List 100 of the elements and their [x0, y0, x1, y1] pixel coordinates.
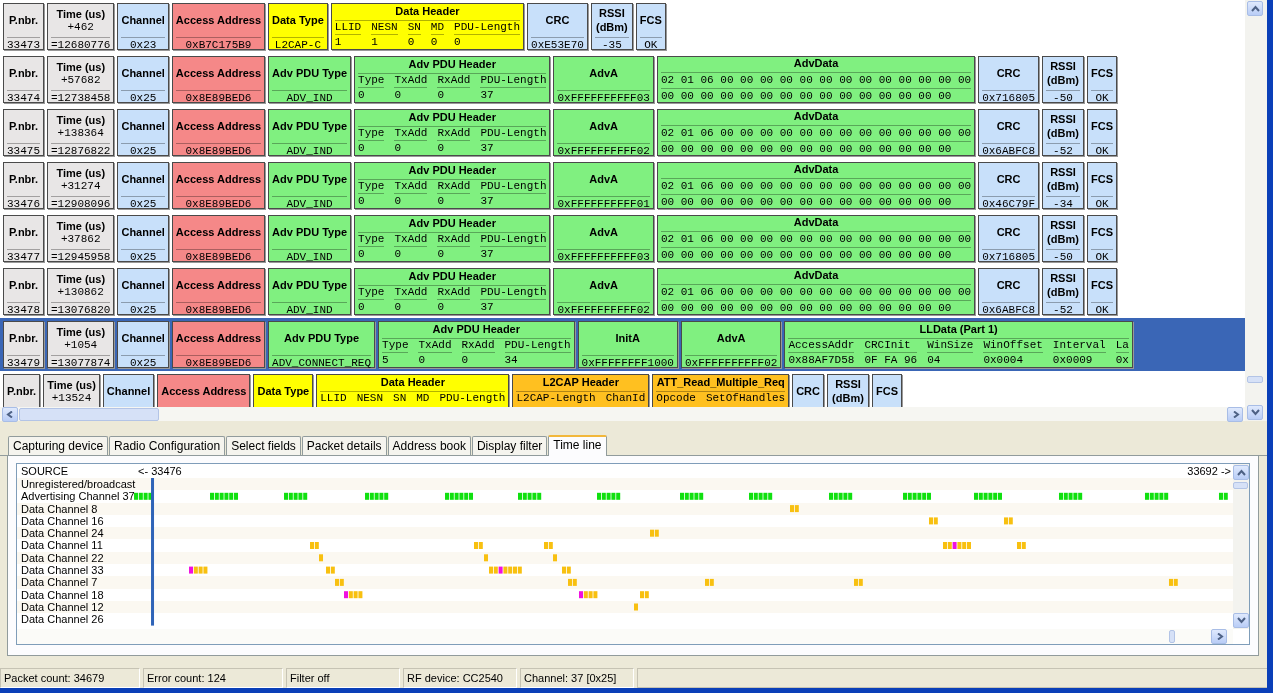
field-title: Access Address: [175, 278, 262, 292]
field-title: Adv PDU Type: [272, 225, 348, 239]
field-label: La: [1115, 339, 1129, 352]
field-label: Type: [358, 286, 385, 299]
field-title: Access Address: [161, 384, 247, 398]
field-value: 0x25: [121, 249, 165, 264]
tab[interactable]: Time line: [548, 435, 607, 456]
field-title: Time (us): [55, 165, 107, 180]
status-text: Packet count: 34679: [0, 668, 140, 688]
field-title: Access Address: [175, 225, 262, 239]
field-value: 0: [358, 87, 385, 102]
field-label: WinOffset: [983, 339, 1043, 352]
field-value: 0: [394, 246, 428, 261]
field-title: FCS: [1091, 278, 1113, 292]
field-title: Adv PDU Header: [407, 110, 497, 125]
field-value: ADV_IND: [272, 90, 348, 105]
field-value: 37: [480, 246, 547, 261]
field-value: 02 01 06 00 00 00 00 00 00 00 00 00 00 00 00 00: [660, 231, 972, 246]
field-title: RSSI (dBm): [831, 377, 865, 405]
field-label: AccessAddr: [788, 339, 855, 352]
field-title: Channel: [106, 384, 151, 398]
field-value: 0: [437, 246, 471, 261]
field-title: FCS: [1091, 119, 1113, 133]
scroll-down-button[interactable]: [1233, 613, 1249, 628]
packet-row[interactable]: [0, 318, 1245, 371]
field-title: Access Address: [175, 13, 262, 27]
field-label: TxAdd: [394, 127, 428, 140]
source-label: Data Channel 16: [21, 514, 104, 527]
field-value: 0x8E89BED6: [175, 143, 262, 158]
field-value: OK: [1091, 302, 1113, 317]
field-title: Adv PDU Header: [407, 216, 497, 231]
field-title: P.nbr.: [7, 225, 40, 239]
scroll-up-button[interactable]: [1247, 1, 1263, 16]
field-title: FCS: [639, 13, 662, 27]
field-title: AdvData: [792, 269, 840, 283]
packet-row[interactable]: P.nbr. 33473 Time (us) +462 =12680776 Channel 0x23 Access Address 0xB7C175B9 Data Type L2CAP-C Data Header LLID NESN SN MD PDU-Length 1 1 0 0 0 CRC 0xE53E70 RSSI (dBm) -35 FCS OK: [0, 0, 1245, 53]
field-value: 0: [358, 246, 385, 261]
field-value: +462: [66, 20, 95, 34]
scrollbar-thumb[interactable]: [1233, 482, 1248, 489]
field-title: CRC: [995, 66, 1022, 80]
field-value: 0x88AF7D58: [788, 352, 855, 367]
source-label: Data Channel 12: [21, 600, 104, 613]
scroll-up-button[interactable]: [1233, 465, 1249, 480]
field-value: 0xFFFFFFFFFF02: [557, 143, 650, 158]
field-label: RxAdd: [437, 74, 471, 87]
scroll-down-button[interactable]: [1247, 405, 1263, 420]
field-label: PDU-Length: [454, 21, 521, 34]
field-value: ADV_IND: [272, 196, 348, 211]
tab[interactable]: Radio Configuration: [109, 436, 226, 455]
field-title: Data Type: [272, 13, 324, 27]
field-value: 5: [382, 352, 409, 367]
scrollbar-thumb[interactable]: [1247, 376, 1263, 383]
tab[interactable]: Capturing device: [8, 436, 109, 455]
field-title: LLData (Part 1): [918, 322, 999, 337]
field-title: Adv PDU Type: [272, 119, 348, 133]
field-title: RSSI (dBm): [1046, 165, 1080, 193]
field-value: =12680776: [51, 37, 111, 52]
field-label: TxAdd: [418, 339, 452, 352]
field-value: 00 00 00 00 00 00 00 00 00 00 00 00 00 00 00: [660, 194, 972, 209]
tab[interactable]: Select fields: [226, 436, 301, 455]
chevron-left-icon: [5, 410, 15, 418]
field-label: PDU-Length: [439, 392, 506, 405]
tab[interactable]: Packet details: [301, 436, 387, 455]
field-value: 0xFFFFFFFFFF02: [557, 302, 650, 317]
field-title: Access Address: [175, 172, 262, 186]
field-value: +13524: [50, 391, 93, 405]
scroll-right-button[interactable]: [1211, 629, 1227, 644]
scrollbar-thumb[interactable]: [1169, 630, 1175, 643]
field-title: Adv PDU Type: [272, 278, 348, 292]
field-title: CRC: [796, 384, 820, 398]
field-label: RxAdd: [461, 339, 495, 352]
field-label: NESN: [356, 392, 384, 405]
field-title: RSSI (dBm): [1046, 271, 1080, 299]
field-title: Channel: [121, 225, 165, 239]
field-value: 00 00 00 00 00 00 00 00 00 00 00 00 00 00 00: [660, 247, 972, 262]
field-title: Time (us): [55, 324, 107, 339]
tab[interactable]: Address book: [387, 436, 471, 455]
field-value: 0x6ABFC8: [982, 143, 1035, 158]
field-value: 33475: [7, 143, 40, 158]
field-value: 0x25: [121, 302, 165, 317]
field-title: RSSI (dBm): [594, 6, 629, 34]
field-value: +57682: [59, 73, 102, 87]
field-value: 0x716805: [982, 249, 1035, 264]
field-title: P.nbr.: [7, 278, 40, 292]
column-header: SOURCE: [21, 465, 70, 477]
field-value: OK: [1091, 143, 1113, 158]
scrollbar-thumb[interactable]: [19, 407, 159, 421]
field-title: AdvData: [792, 163, 840, 177]
field-title: Adv PDU Header: [431, 322, 521, 337]
field-value: 00 00 00 00 00 00 00 00 00 00 00 00 00 00 00: [660, 88, 972, 103]
tab[interactable]: Display filter: [471, 436, 548, 455]
field-label: L2CAP-Length: [516, 392, 596, 405]
field-title: ATT_Read_Multiple_Req: [656, 375, 786, 390]
field-title: AdvData: [792, 57, 840, 71]
field-title: AdvA: [588, 225, 620, 239]
field-label: ChanId: [605, 392, 646, 405]
field-label: RxAdd: [437, 286, 471, 299]
field-label: SN: [407, 21, 421, 34]
field-value: 02 01 06 00 00 00 00 00 00 00 00 00 00 00 00 00: [660, 125, 972, 140]
field-title: AdvData: [792, 216, 840, 230]
